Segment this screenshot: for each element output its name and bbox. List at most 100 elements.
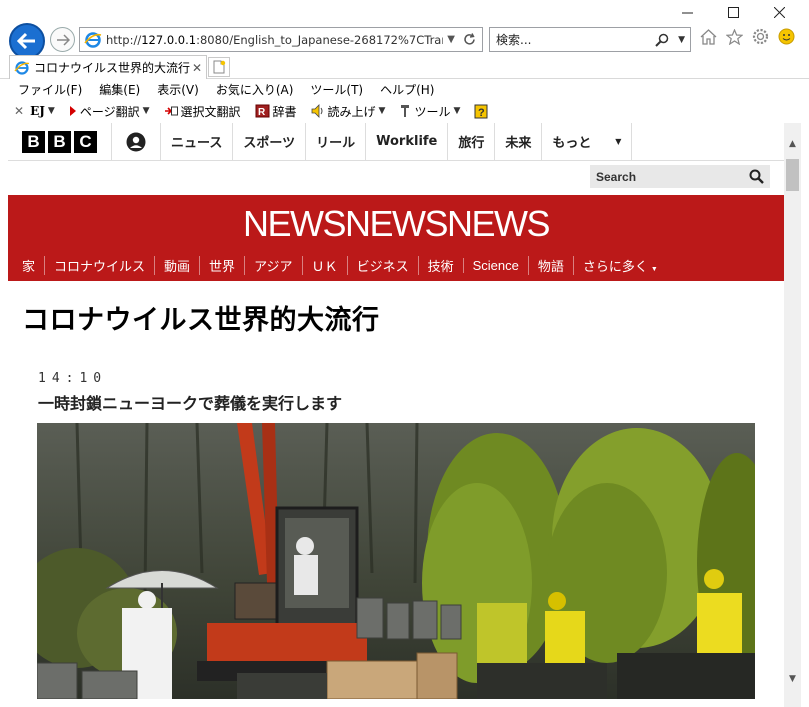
page-translate-button[interactable]: ページ翻訳 ▼ — [69, 103, 150, 120]
help-icon: ? — [474, 104, 488, 119]
dictionary-button[interactable]: R 辞書 — [255, 103, 297, 120]
bbc-nav-news[interactable]: ニュース — [160, 123, 232, 161]
news-nav-business[interactable]: ビジネス — [346, 256, 418, 275]
address-bar[interactable]: http://127.0.0.1:8080/English_to_Japanes… — [79, 27, 483, 52]
scrollbar-thumb[interactable] — [786, 159, 799, 191]
menu-edit[interactable]: 編集(E) — [99, 81, 140, 98]
page-title: コロナウイルス世界的大流行 — [22, 305, 380, 336]
tab-close-icon[interactable]: ✕ — [192, 61, 206, 75]
bbc-nav-more[interactable]: もっと ▼ — [541, 123, 631, 161]
news-nav-more[interactable]: さらに多く ▼ — [572, 256, 667, 275]
news-section-nav: 家 コロナウイルス 動画 世界 アジア ＵＫ ビジネス 技術 Science 物… — [22, 256, 667, 275]
news-nav-stories[interactable]: 物語 — [527, 256, 573, 275]
favorites-star-icon[interactable] — [726, 28, 743, 45]
selection-translate-label: 選択文翻訳 — [180, 104, 241, 119]
address-actions: ▼ — [443, 33, 482, 46]
ie-page-icon — [84, 31, 102, 48]
menu-view[interactable]: 表示(V) — [157, 81, 199, 98]
scroll-up-icon[interactable]: ▲ — [784, 135, 801, 152]
scroll-down-icon[interactable]: ▼ — [784, 670, 801, 687]
feedback-smiley-icon[interactable] — [778, 28, 795, 45]
search-dropdown-icon[interactable]: ▼ — [678, 35, 685, 45]
bbc-nav-sport[interactable]: スポーツ — [232, 123, 305, 161]
dictionary-label: 辞書 — [272, 104, 297, 119]
bbc-nav-worklife[interactable]: Worklife — [365, 123, 447, 161]
bbc-logo[interactable]: B B C — [22, 130, 97, 153]
forward-arrow-icon — [56, 33, 70, 46]
story-photo[interactable] — [37, 423, 755, 699]
wrench-icon — [399, 104, 411, 118]
story-timestamp: 14:10 — [38, 371, 108, 386]
bbc-nav-travel[interactable]: 旅行 — [447, 123, 494, 161]
news-nav-video[interactable]: 動画 — [154, 256, 199, 275]
ej-label: EJ — [30, 104, 45, 118]
news-nav-asia[interactable]: アジア — [244, 256, 301, 275]
address-host: 127.0.0.1 — [141, 32, 197, 47]
bbc-nav-future[interactable]: 未来 — [494, 123, 541, 161]
news-nav-coronavirus[interactable]: コロナウイルス — [44, 256, 154, 275]
page-translate-label: ページ翻訳 — [79, 104, 140, 119]
news-nav-science[interactable]: Science — [462, 258, 528, 273]
address-dropdown-icon[interactable]: ▼ — [447, 34, 455, 45]
new-tab-button[interactable] — [208, 57, 230, 77]
refresh-icon[interactable] — [463, 33, 476, 46]
ej-menu[interactable]: ✕ EJ ▼ — [14, 104, 55, 118]
maximize-icon — [727, 6, 739, 18]
news-nav-more-label: さらに多く — [582, 259, 648, 274]
minimize-button[interactable] — [664, 0, 710, 24]
address-text[interactable]: http://127.0.0.1:8080/English_to_Japanes… — [106, 33, 443, 47]
tab-ie-icon — [14, 60, 30, 75]
menu-tools[interactable]: ツール(T) — [310, 81, 363, 98]
chevron-down-icon: ▼ — [47, 106, 55, 116]
tab-active[interactable]: コロナウイルス世界的大流行 ... ✕ — [9, 55, 207, 79]
selection-translate-button[interactable]: 選択文翻訳 — [164, 103, 241, 120]
tools-button[interactable]: ツール ▼ — [399, 103, 460, 120]
menu-file[interactable]: ファイル(F) — [18, 81, 82, 98]
browser-search-placeholder: 検索... — [496, 33, 532, 47]
close-window-button[interactable] — [756, 0, 802, 24]
svg-text:?: ? — [478, 107, 485, 119]
news-nav-uk[interactable]: ＵＫ — [301, 256, 347, 275]
bbc-search-placeholder: Search — [596, 169, 637, 184]
news-nav-home[interactable]: 家 — [22, 256, 44, 275]
news-nav-tech[interactable]: 技術 — [417, 256, 463, 275]
read-aloud-button[interactable]: 読み上げ ▼ — [311, 103, 386, 120]
menu-help[interactable]: ヘルプ(H) — [380, 81, 434, 98]
chevron-down-icon: ▼ — [650, 266, 658, 273]
chevron-down-icon: ▼ — [378, 106, 386, 116]
story-headline[interactable]: 一時封鎖ニューヨークで葬儀を実行します — [38, 390, 342, 414]
bbc-logo-letter: C — [74, 130, 97, 153]
translate-arrow-icon — [69, 105, 77, 117]
forward-button[interactable] — [50, 27, 75, 52]
story-photo-image — [37, 423, 755, 699]
news-masthead[interactable]: NEWSNEWSNEWS — [8, 203, 784, 245]
browser-search-box[interactable]: 検索... ▼ — [489, 27, 691, 52]
dictionary-icon: R — [255, 104, 270, 118]
menu-favorites[interactable]: お気に入り(A) — [216, 81, 294, 98]
bbc-top-nav: B B C ニュース スポーツ リール Worklife 旅行 未来 もっと ▼ — [8, 123, 784, 161]
news-nav-world[interactable]: 世界 — [199, 256, 244, 275]
menu-bar: ファイル(F) 編集(E) 表示(V) お気に入り(A) ツール(T) ヘルプ(… — [0, 79, 809, 99]
page-scrollbar[interactable]: ▲ ▼ — [784, 123, 801, 707]
page-viewport: B B C ニュース スポーツ リール Worklife 旅行 未来 もっと ▼… — [8, 123, 784, 707]
close-toolbar-icon[interactable]: ✕ — [14, 104, 24, 118]
bbc-search-icon[interactable] — [742, 169, 770, 184]
minimize-icon — [681, 12, 693, 13]
divider — [631, 123, 633, 161]
speaker-icon — [311, 104, 325, 118]
bbc-search-input[interactable]: Search — [590, 165, 770, 188]
settings-gear-icon[interactable] — [752, 28, 769, 45]
search-icon[interactable] — [649, 33, 675, 47]
selection-translate-icon — [164, 105, 178, 117]
news-banner: NEWSNEWSNEWS 家 コロナウイルス 動画 世界 アジア ＵＫ ビジネス… — [8, 195, 784, 281]
maximize-button[interactable] — [710, 0, 756, 24]
help-button[interactable]: ? — [474, 104, 491, 119]
bbc-nav-reel[interactable]: リール — [305, 123, 365, 161]
account-button[interactable] — [112, 123, 160, 161]
tab-strip: コロナウイルス世界的大流行 ... ✕ — [0, 55, 809, 79]
navigation-bar: http://127.0.0.1:8080/English_to_Japanes… — [0, 22, 809, 59]
address-scheme: http:// — [106, 32, 142, 47]
home-icon[interactable] — [700, 28, 717, 45]
back-button[interactable] — [9, 23, 45, 59]
bbc-nav-more-label: もっと — [552, 136, 592, 151]
